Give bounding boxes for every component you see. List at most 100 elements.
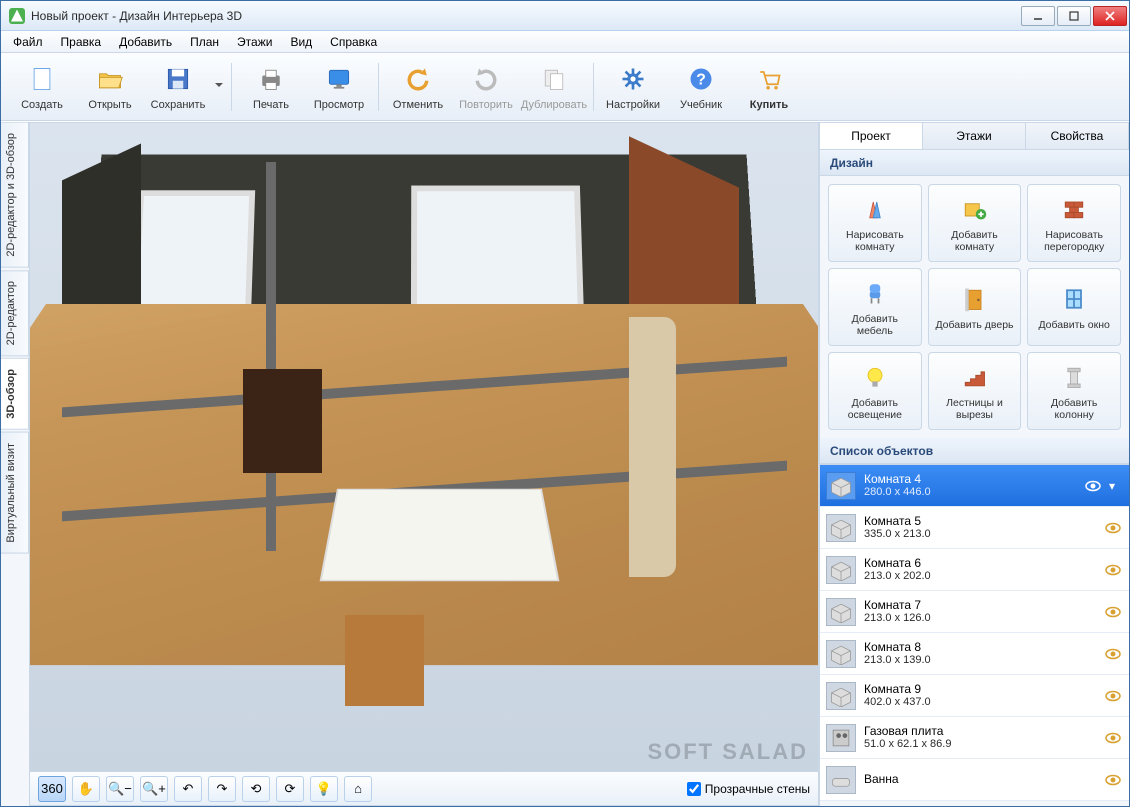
3d-viewport[interactable]: SOFT SALAD (30, 123, 818, 771)
visibility-eye-icon[interactable] (1105, 730, 1121, 746)
add-room-button[interactable]: Добавить комнату (928, 184, 1022, 262)
menu-6[interactable]: Справка (322, 33, 385, 51)
visibility-eye-icon[interactable] (1105, 604, 1121, 620)
visibility-eye-icon[interactable] (1105, 520, 1121, 536)
toolbar-label: Настройки (606, 99, 660, 111)
toolbar-open-button[interactable]: Открыть (77, 57, 143, 117)
object-list-item[interactable]: Комната 4 280.0 x 446.0 ▾ (820, 465, 1129, 507)
viewport-pan-button[interactable]: ✋ (72, 776, 100, 802)
toolbar-preview-button[interactable]: Просмотр (306, 57, 372, 117)
viewport-light-button[interactable]: 💡 (310, 776, 338, 802)
menu-4[interactable]: Этажи (229, 33, 280, 51)
toolbar-buy-button[interactable]: Купить (736, 57, 802, 117)
view-tab-3d[interactable]: 3D-обзор (1, 358, 29, 430)
add-col-button[interactable]: Добавить колонну (1027, 352, 1121, 430)
viewport-orbr-button[interactable]: ⟳ (276, 776, 304, 802)
wall-beam (266, 162, 276, 551)
toolbar-dup-button[interactable]: Дублировать (521, 57, 587, 117)
add-furn-button[interactable]: Добавить мебель (828, 268, 922, 346)
object-name: Комната 6 (864, 556, 1097, 570)
object-dimensions: 213.0 x 202.0 (864, 570, 1097, 583)
viewport-rotl-button[interactable]: ↶ (174, 776, 202, 802)
menu-3[interactable]: План (182, 33, 227, 51)
transparent-walls-checkbox[interactable]: Прозрачные стены (687, 782, 810, 796)
object-list-item[interactable]: Газовая плита 51.0 x 62.1 x 86.9 (820, 717, 1129, 759)
toolbar-redo-button[interactable]: Повторить (453, 57, 519, 117)
add-light-button[interactable]: Добавить освещение (828, 352, 922, 430)
stairs-button[interactable]: Лестницы и вырезы (928, 352, 1022, 430)
object-list-item[interactable]: Комната 6 213.0 x 202.0 (820, 549, 1129, 591)
object-list-item[interactable]: Ванна (820, 759, 1129, 801)
room-3d-scene (30, 123, 818, 771)
draw-room-button[interactable]: Нарисовать комнату (828, 184, 922, 262)
object-list-item[interactable]: Комната 9 402.0 x 437.0 (820, 675, 1129, 717)
panel-tab-props[interactable]: Свойства (1025, 122, 1129, 149)
object-list-item[interactable]: Комната 8 213.0 x 139.0 (820, 633, 1129, 675)
object-list-item[interactable]: Комната 5 335.0 x 213.0 (820, 507, 1129, 549)
chevron-down-icon: ▾ (1109, 479, 1121, 493)
visibility-eye-icon[interactable] (1105, 688, 1121, 704)
menu-1[interactable]: Правка (53, 33, 110, 51)
design-button-label: Добавить комнату (933, 229, 1017, 253)
folder-icon (94, 63, 126, 95)
object-thumb-icon (826, 472, 856, 500)
viewport-zin-button[interactable]: 🔍+ (140, 776, 168, 802)
toolbar-save-dropdown[interactable] (213, 83, 225, 91)
object-thumb-icon (826, 724, 856, 752)
transparent-walls-input[interactable] (687, 782, 701, 796)
object-thumb-icon (826, 640, 856, 668)
object-list-item[interactable]: Комната 7 213.0 x 126.0 (820, 591, 1129, 633)
object-text: Ванна (864, 772, 1097, 786)
app-icon (9, 8, 25, 24)
design-button-label: Добавить освещение (833, 397, 917, 421)
toolbar-label: Повторить (459, 99, 513, 111)
gear-icon (617, 63, 649, 95)
view-tab-vr[interactable]: Виртуальный визит (1, 432, 29, 554)
view-tab-2d[interactable]: 2D-редактор (1, 270, 29, 356)
close-button[interactable] (1093, 6, 1127, 26)
chair-icon (859, 277, 891, 309)
view-tab-combo[interactable]: 2D-редактор и 3D-обзор (1, 122, 29, 268)
object-text: Комната 6 213.0 x 202.0 (864, 556, 1097, 584)
toolbar-settings-button[interactable]: Настройки (600, 57, 666, 117)
minimize-button[interactable] (1021, 6, 1055, 26)
add-window-button[interactable]: Добавить окно (1027, 268, 1121, 346)
room-plus-icon (958, 193, 990, 225)
visibility-eye-icon[interactable] (1105, 646, 1121, 662)
visibility-eye-icon[interactable] (1105, 562, 1121, 578)
floor (30, 304, 818, 665)
panel-tab-floors[interactable]: Этажи (922, 122, 1026, 149)
right-panel-tabs: ПроектЭтажиСвойства (820, 122, 1129, 150)
object-text: Комната 4 280.0 x 446.0 (864, 472, 1077, 500)
toolbar-print-button[interactable]: Печать (238, 57, 304, 117)
viewport-rotr-button[interactable]: ↷ (208, 776, 236, 802)
toolbar-separator (593, 63, 594, 111)
object-dimensions: 402.0 x 437.0 (864, 696, 1097, 709)
viewport-360-button[interactable]: 360 (38, 776, 66, 802)
file-icon (26, 63, 58, 95)
right-panel: ПроектЭтажиСвойства Дизайн Нарисовать ко… (819, 122, 1129, 806)
draw-wall-button[interactable]: Нарисовать перегородку (1027, 184, 1121, 262)
object-text: Газовая плита 51.0 x 62.1 x 86.9 (864, 724, 1097, 752)
menu-5[interactable]: Вид (282, 33, 320, 51)
menu-0[interactable]: Файл (5, 33, 51, 51)
panel-tab-project[interactable]: Проект (819, 122, 923, 149)
visibility-eye-icon[interactable] (1105, 772, 1121, 788)
object-text: Комната 9 402.0 x 437.0 (864, 682, 1097, 710)
toolbar-undo-button[interactable]: Отменить (385, 57, 451, 117)
viewport-home-button[interactable]: ⌂ (344, 776, 372, 802)
viewport-orbl-button[interactable]: ⟲ (242, 776, 270, 802)
visibility-eye-icon[interactable] (1085, 478, 1101, 494)
toolbar-new-button[interactable]: Создать (9, 57, 75, 117)
add-door-button[interactable]: Добавить дверь (928, 268, 1022, 346)
design-button-label: Добавить мебель (833, 313, 917, 337)
object-dimensions: 213.0 x 139.0 (864, 654, 1097, 667)
design-section-header: Дизайн (820, 150, 1129, 176)
viewport-zout-button[interactable]: 🔍− (106, 776, 134, 802)
toolbar-save-button[interactable]: Сохранить (145, 57, 211, 117)
object-name: Газовая плита (864, 724, 1097, 738)
design-button-label: Добавить окно (1038, 319, 1109, 331)
menu-2[interactable]: Добавить (111, 33, 180, 51)
toolbar-help-button[interactable]: ?Учебник (668, 57, 734, 117)
maximize-button[interactable] (1057, 6, 1091, 26)
